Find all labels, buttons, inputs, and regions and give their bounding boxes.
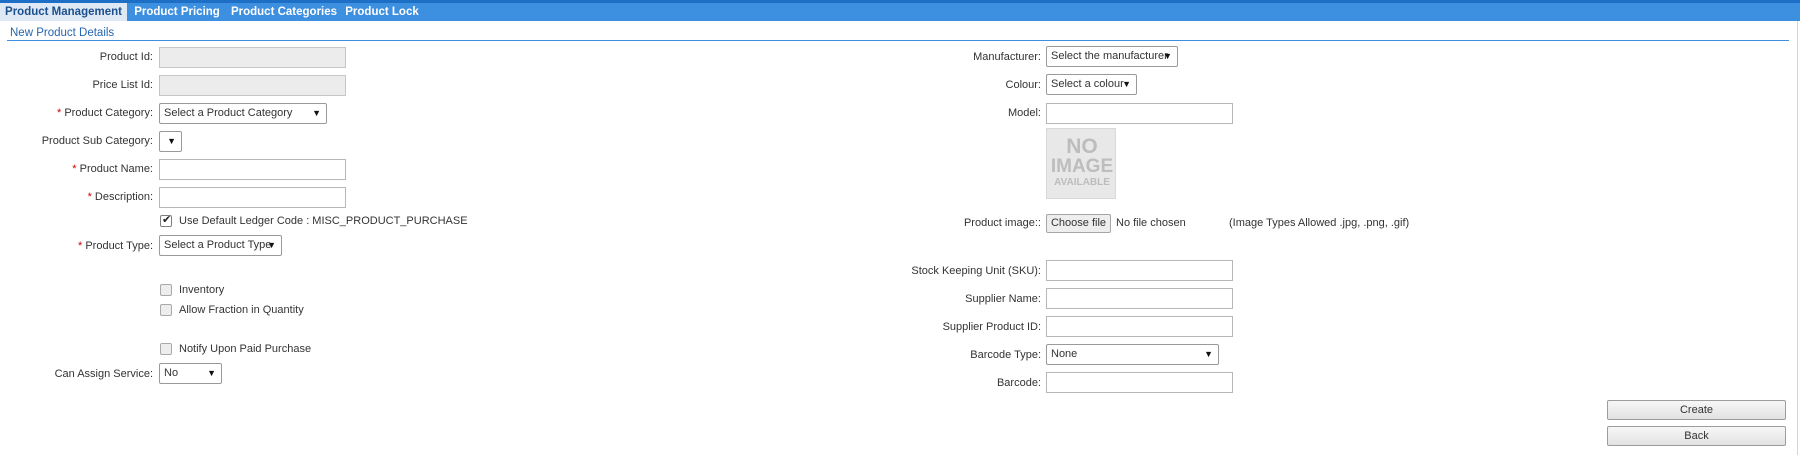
description-field[interactable] — [159, 187, 346, 208]
tab-product-categories[interactable]: Product Categories — [227, 3, 341, 21]
description-label-text: Description: — [94, 191, 153, 203]
product-type-label: * Product Type: — [78, 240, 153, 252]
manufacturer-selected: Select the manufacturer — [1051, 50, 1168, 62]
chevron-down-icon: ▼ — [1122, 79, 1131, 89]
supplier-product-id-label: Supplier Product ID: — [942, 321, 1041, 333]
colour-select[interactable]: Select a colour ▼ — [1046, 74, 1137, 95]
supplier-name-label: Supplier Name: — [965, 293, 1041, 305]
model-field[interactable] — [1046, 103, 1233, 124]
product-image-label: Product image:: — [963, 217, 1041, 229]
can-assign-service-selected: No — [164, 367, 179, 379]
colour-label: Colour: — [1005, 79, 1041, 91]
colour-selected: Select a colour — [1051, 78, 1124, 90]
back-button[interactable]: Back — [1607, 426, 1786, 446]
chevron-down-icon: ▼ — [267, 240, 276, 250]
product-type-label-text: Product Type: — [85, 240, 153, 252]
product-name-label: * Product Name: — [72, 163, 153, 175]
manufacturer-label: Manufacturer: — [973, 51, 1041, 63]
inventory-label: Inventory — [179, 284, 225, 296]
tab-product-pricing[interactable]: Product Pricing — [127, 3, 227, 21]
allow-fraction-checkbox[interactable] — [160, 304, 172, 316]
choose-file-button[interactable]: Choose file — [1046, 214, 1111, 233]
barcode-field[interactable] — [1046, 372, 1233, 393]
can-assign-service-label: Can Assign Service: — [54, 368, 153, 380]
supplier-product-id-field[interactable] — [1046, 316, 1233, 337]
image-types-hint: (Image Types Allowed .jpg, .png, .gif) — [1229, 217, 1410, 229]
chevron-down-icon: ▼ — [312, 108, 321, 118]
product-category-select[interactable]: Select a Product Category ▼ — [159, 103, 327, 124]
barcode-label: Barcode: — [996, 377, 1041, 389]
notify-paid-purchase-label: Notify Upon Paid Purchase — [179, 343, 312, 355]
chevron-down-icon: ▼ — [1163, 51, 1172, 61]
inventory-checkbox[interactable] — [160, 284, 172, 296]
no-image-placeholder: NO IMAGE AVAILABLE — [1046, 128, 1116, 199]
notify-paid-purchase-checkbox[interactable] — [160, 343, 172, 355]
can-assign-service-select[interactable]: No ▼ — [159, 363, 222, 384]
create-button[interactable]: Create — [1607, 400, 1786, 420]
sku-label: Stock Keeping Unit (SKU): — [911, 265, 1041, 277]
section-title: New Product Details — [10, 27, 115, 39]
page-right-border — [1797, 21, 1798, 455]
product-category-selected: Select a Product Category — [164, 107, 293, 119]
chevron-down-icon: ▼ — [167, 136, 176, 146]
product-type-select[interactable]: Select a Product Type ▼ — [159, 235, 282, 256]
use-default-ledger-checkbox[interactable] — [160, 213, 172, 227]
product-type-selected: Select a Product Type — [164, 239, 272, 251]
no-image-text-no: NO — [1066, 135, 1098, 158]
tab-product-management[interactable]: Product Management — [0, 3, 127, 21]
tab-product-lock[interactable]: Product Lock — [341, 3, 423, 21]
barcode-type-label: Barcode Type: — [970, 349, 1041, 361]
price-list-id-label: Price List Id: — [92, 79, 153, 91]
required-marker: * — [72, 163, 77, 175]
no-image-text-image: IMAGE — [1050, 156, 1114, 177]
chevron-down-icon: ▼ — [207, 368, 216, 378]
product-id-field[interactable] — [159, 47, 346, 68]
file-status-text: No file chosen — [1116, 217, 1186, 229]
description-label: * Description: — [88, 191, 153, 203]
model-label: Model: — [1007, 107, 1041, 119]
tab-bar: Product Management Product Pricing Produ… — [0, 3, 1800, 21]
use-default-ledger-label: Use Default Ledger Code : MISC_PRODUCT_P… — [179, 215, 468, 227]
product-id-label: Product Id: — [99, 51, 153, 63]
price-list-id-field[interactable] — [159, 75, 346, 96]
barcode-type-select[interactable]: None ▼ — [1046, 344, 1219, 365]
required-marker: * — [77, 240, 83, 252]
product-name-field[interactable] — [159, 159, 346, 180]
product-category-label-text: Product Category: — [64, 107, 153, 119]
no-image-text-available: AVAILABLE — [1054, 177, 1110, 188]
sku-field[interactable] — [1046, 260, 1233, 281]
allow-fraction-label: Allow Fraction in Quantity — [179, 304, 304, 316]
required-marker: * — [87, 191, 92, 203]
manufacturer-select[interactable]: Select the manufacturer ▼ — [1046, 46, 1178, 67]
barcode-type-selected: None — [1051, 348, 1078, 360]
product-name-label-text: Product Name: — [79, 163, 153, 175]
required-marker: * — [57, 107, 62, 119]
section-divider — [7, 40, 1789, 41]
product-category-label: * Product Category: — [57, 107, 153, 119]
chevron-down-icon: ▼ — [1204, 349, 1213, 359]
product-sub-category-select[interactable]: ▼ — [159, 131, 182, 152]
supplier-name-field[interactable] — [1046, 288, 1233, 309]
product-sub-category-label: Product Sub Category: — [41, 135, 153, 147]
